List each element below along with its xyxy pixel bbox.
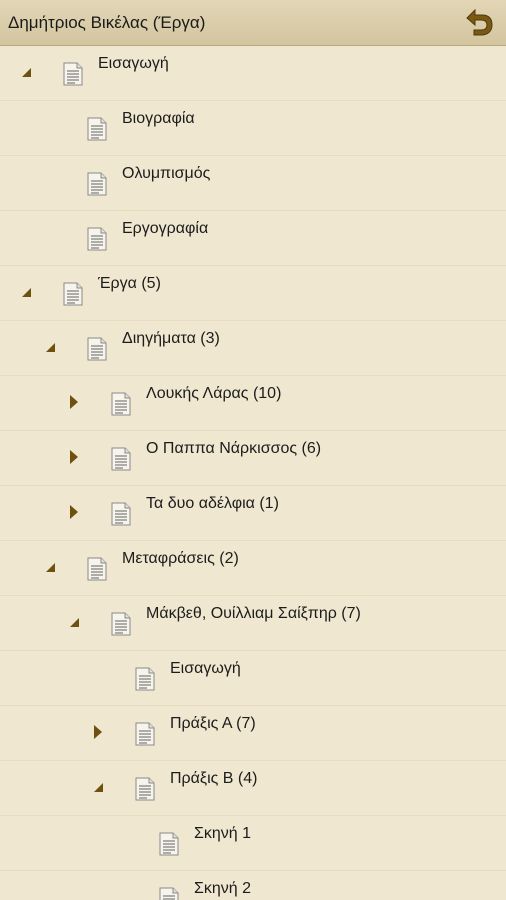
expanded-arrow-icon[interactable] [40,557,60,577]
collapsed-arrow-icon[interactable] [64,447,84,467]
table-of-contents-tree: Εισαγωγή Βιογραφία Ολυμπισμός Εργογραφία Έργ… [0,46,506,900]
document-icon [134,722,156,746]
tree-item-label: Μάκβεθ, Ουίλλιαμ Σαίξπηρ (7) [146,605,361,622]
tree-row[interactable]: Μεταφράσεις (2) [0,541,506,596]
tree-row[interactable]: Βιογραφία [0,101,506,156]
page-title: Δημήτριος Βικέλας (Έργα) [8,13,206,32]
tree-item-label: Σκηνή 1 [194,825,252,842]
tree-item-label: Πράξις Β (4) [170,770,258,787]
document-icon [86,172,108,196]
tree-item-label: Ολυμπισμός [122,165,211,182]
tree-item-label: Εισαγωγή [170,660,241,677]
tree-item-label: Έργα (5) [98,275,161,292]
app-window: Δημήτριος Βικέλας (Έργα) Εισαγωγή Βιογραφ… [0,0,506,900]
back-arrow-icon [460,6,496,40]
tree-row[interactable]: Ο Παππα Νάρκισσος (6) [0,431,506,486]
expanded-arrow-icon[interactable] [16,62,36,82]
tree-item-label: Τα δυο αδέλφια (1) [146,495,279,512]
expanded-arrow-icon[interactable] [64,612,84,632]
tree-item-label: Λουκής Λάρας (10) [146,385,282,402]
collapsed-arrow-icon[interactable] [64,392,84,412]
collapsed-arrow-icon[interactable] [88,722,108,742]
tree-item-label: Εισαγωγή [98,55,169,72]
document-icon [86,557,108,581]
tree-row[interactable]: Σκηνή 2 [0,871,506,900]
tree-row[interactable]: Σκηνή 1 [0,816,506,871]
tree-item-label: Διηγήματα (3) [122,330,220,347]
document-icon [62,62,84,86]
document-icon [158,832,180,856]
app-header: Δημήτριος Βικέλας (Έργα) [0,0,506,46]
tree-row[interactable]: Διηγήματα (3) [0,321,506,376]
tree-row[interactable]: Τα δυο αδέλφια (1) [0,486,506,541]
tree-row[interactable]: Εργογραφία [0,211,506,266]
expanded-arrow-icon[interactable] [16,282,36,302]
tree-item-label: Πράξις Α (7) [170,715,256,732]
document-icon [110,612,132,636]
tree-item-label: Εργογραφία [122,220,209,237]
tree-item-label: Ο Παππα Νάρκισσος (6) [146,440,322,457]
tree-row[interactable]: Έργα (5) [0,266,506,321]
tree-row[interactable]: Εισαγωγή [0,651,506,706]
tree-item-label: Βιογραφία [122,110,195,127]
document-icon [110,447,132,471]
expanded-arrow-icon[interactable] [88,777,108,797]
tree-row[interactable]: Λουκής Λάρας (10) [0,376,506,431]
tree-row[interactable]: Πράξις Β (4) [0,761,506,816]
collapsed-arrow-icon[interactable] [64,502,84,522]
document-icon [86,227,108,251]
document-icon [134,667,156,691]
tree-item-label: Μεταφράσεις (2) [122,550,239,567]
document-icon [158,887,180,900]
tree-row[interactable]: Μάκβεθ, Ουίλλιαμ Σαίξπηρ (7) [0,596,506,651]
document-icon [86,117,108,141]
document-icon [134,777,156,801]
expanded-arrow-icon[interactable] [40,337,60,357]
document-icon [86,337,108,361]
document-icon [110,392,132,416]
document-icon [62,282,84,306]
document-icon [110,502,132,526]
tree-row[interactable]: Πράξις Α (7) [0,706,506,761]
tree-row[interactable]: Εισαγωγή [0,46,506,101]
tree-item-label: Σκηνή 2 [194,880,252,897]
tree-row[interactable]: Ολυμπισμός [0,156,506,211]
back-button[interactable] [460,6,496,40]
